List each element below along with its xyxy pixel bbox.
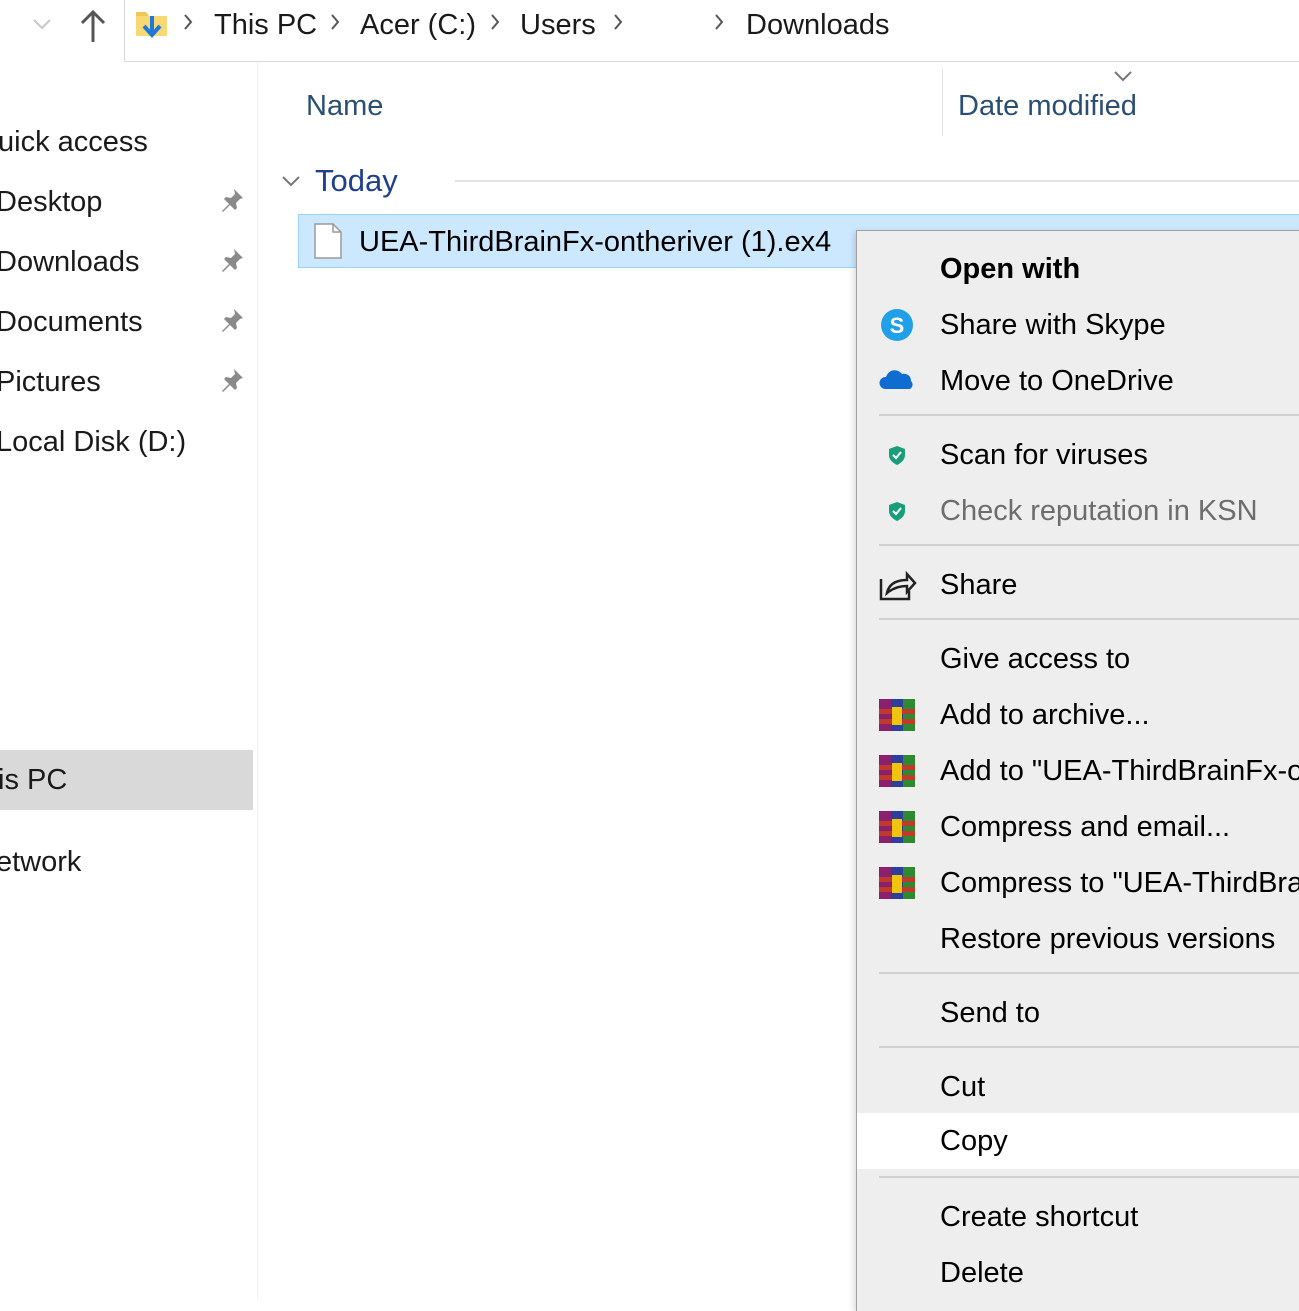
menu-item-label: Move to OneDrive	[940, 365, 1174, 397]
menu-item-label: Scan for viruses	[940, 439, 1148, 471]
menu-separator	[879, 414, 1299, 416]
kaspersky-shield-icon	[889, 502, 905, 521]
sidebar-item-label: Downloads	[0, 246, 140, 278]
menu-item-check-reputation-ksn: Check reputation in KSN	[857, 483, 1299, 539]
group-header-today[interactable]: Today	[315, 160, 398, 202]
up-arrow-icon[interactable]	[78, 8, 108, 44]
pin-icon	[222, 369, 243, 392]
sidebar-item-pictures[interactable]: Pictures	[0, 352, 253, 412]
menu-item-give-access-to[interactable]: Give access to	[857, 631, 1299, 687]
sidebar-item-label: Local Disk (D:)	[0, 426, 187, 458]
sidebar-item-this-pc[interactable]: is PC	[0, 750, 253, 810]
breadcrumb-acer-c[interactable]: Acer (C:)	[360, 6, 476, 44]
menu-item-open-with[interactable]: Open with	[857, 241, 1299, 297]
menu-item-share-with-skype[interactable]: S Share with Skype	[857, 297, 1299, 353]
menu-item-label: Compress to "UEA-ThirdBra	[940, 867, 1299, 899]
menu-item-label: Cut	[940, 1071, 986, 1103]
breadcrumb-separator-icon[interactable]	[713, 12, 725, 32]
menu-separator	[879, 972, 1299, 974]
column-header-name[interactable]: Name	[306, 86, 383, 126]
sidebar-item-label: etwork	[0, 846, 82, 878]
breadcrumb-separator-icon[interactable]	[489, 12, 501, 32]
menu-item-compress-to-named-archive[interactable]: Compress to "UEA-ThirdBra	[857, 855, 1299, 911]
sidebar-item-label: uick access	[0, 126, 148, 158]
sidebar-item-quick-access[interactable]: uick access	[0, 112, 253, 172]
pin-icon	[222, 249, 243, 272]
sidebar-item-downloads[interactable]: Downloads	[0, 232, 253, 292]
group-collapse-chevron-icon[interactable]	[280, 170, 302, 192]
menu-item-label: Add to archive...	[940, 699, 1150, 731]
address-bar-row: This PC Acer (C:) Users Downloads	[0, 0, 1299, 62]
sidebar-item-local-disk-d[interactable]: Local Disk (D:)	[0, 412, 253, 472]
breadcrumb-downloads[interactable]: Downloads	[746, 6, 889, 44]
breadcrumb-separator-icon[interactable]	[329, 12, 341, 32]
menu-item-label: Send to	[940, 997, 1040, 1029]
menu-item-label: Copy	[940, 1125, 1008, 1157]
menu-item-scan-for-viruses[interactable]: Scan for viruses	[857, 427, 1299, 483]
file-icon	[314, 223, 342, 259]
pin-icon	[222, 309, 243, 332]
menu-separator	[879, 1046, 1299, 1048]
menu-item-label: Give access to	[940, 643, 1131, 675]
menu-item-send-to[interactable]: Send to	[857, 985, 1299, 1041]
sidebar-item-network[interactable]: etwork	[0, 832, 253, 892]
svg-text:S: S	[890, 313, 905, 338]
skype-icon: S	[881, 309, 913, 341]
breadcrumb-users[interactable]: Users	[520, 6, 596, 44]
winrar-icon	[879, 755, 915, 787]
menu-separator	[879, 544, 1299, 546]
winrar-icon	[879, 867, 915, 899]
breadcrumb-separator-icon[interactable]	[612, 12, 624, 32]
sidebar-item-documents[interactable]: Documents	[0, 292, 253, 352]
navigation-pane: uick access Desktop Downloads Documents …	[0, 62, 258, 1299]
context-menu: Open with S Share with Skype Move to One…	[856, 230, 1299, 1311]
menu-separator	[879, 1176, 1299, 1178]
column-header-date-modified[interactable]: Date modified	[958, 86, 1137, 126]
sidebar-item-label: Documents	[0, 306, 143, 338]
menu-item-label: Delete	[940, 1257, 1024, 1289]
sidebar-item-desktop[interactable]: Desktop	[0, 172, 253, 232]
winrar-icon	[879, 699, 915, 731]
onedrive-icon	[879, 370, 913, 389]
downloads-folder-icon	[136, 12, 167, 39]
sidebar-item-label: is PC	[0, 764, 68, 796]
winrar-icon	[879, 811, 915, 843]
menu-item-label: Add to "UEA-ThirdBrainFx-o	[940, 755, 1299, 787]
menu-item-label: Check reputation in KSN	[940, 495, 1258, 527]
menu-item-move-to-onedrive[interactable]: Move to OneDrive	[857, 353, 1299, 409]
menu-item-add-to-archive[interactable]: Add to archive...	[857, 687, 1299, 743]
share-icon	[879, 570, 917, 601]
menu-item-share[interactable]: Share	[857, 557, 1299, 613]
menu-item-copy[interactable]: Copy	[857, 1113, 1299, 1169]
breadcrumb-separator-icon[interactable]	[182, 12, 194, 32]
menu-item-delete[interactable]: Delete	[857, 1245, 1299, 1301]
column-divider[interactable]	[942, 68, 943, 136]
menu-item-label: Share	[940, 569, 1018, 601]
menu-item-create-shortcut[interactable]: Create shortcut	[857, 1189, 1299, 1245]
breadcrumb-this-pc[interactable]: This PC	[214, 6, 317, 44]
menu-item-compress-and-email[interactable]: Compress and email...	[857, 799, 1299, 855]
menu-item-label: Create shortcut	[940, 1201, 1139, 1233]
menu-item-label: Compress and email...	[940, 811, 1231, 843]
group-divider	[455, 180, 1299, 182]
menu-item-add-to-named-archive[interactable]: Add to "UEA-ThirdBrainFx-o	[857, 743, 1299, 799]
menu-separator	[879, 618, 1299, 620]
sort-chevron-icon	[1114, 71, 1132, 82]
kaspersky-shield-icon	[889, 446, 905, 465]
menu-item-cut[interactable]: Cut	[857, 1059, 1299, 1115]
sidebar-item-label: Desktop	[0, 186, 103, 218]
recent-locations-chevron-icon[interactable]	[30, 12, 54, 36]
menu-item-label: Restore previous versions	[940, 923, 1276, 955]
pin-icon	[222, 189, 243, 212]
menu-item-label: Share with Skype	[940, 309, 1166, 341]
menu-item-label: Open with	[940, 253, 1081, 285]
menu-item-restore-previous-versions[interactable]: Restore previous versions	[857, 911, 1299, 967]
file-name: UEA-ThirdBrainFx-ontheriver (1).ex4	[359, 226, 832, 258]
sidebar-item-label: Pictures	[0, 366, 101, 398]
